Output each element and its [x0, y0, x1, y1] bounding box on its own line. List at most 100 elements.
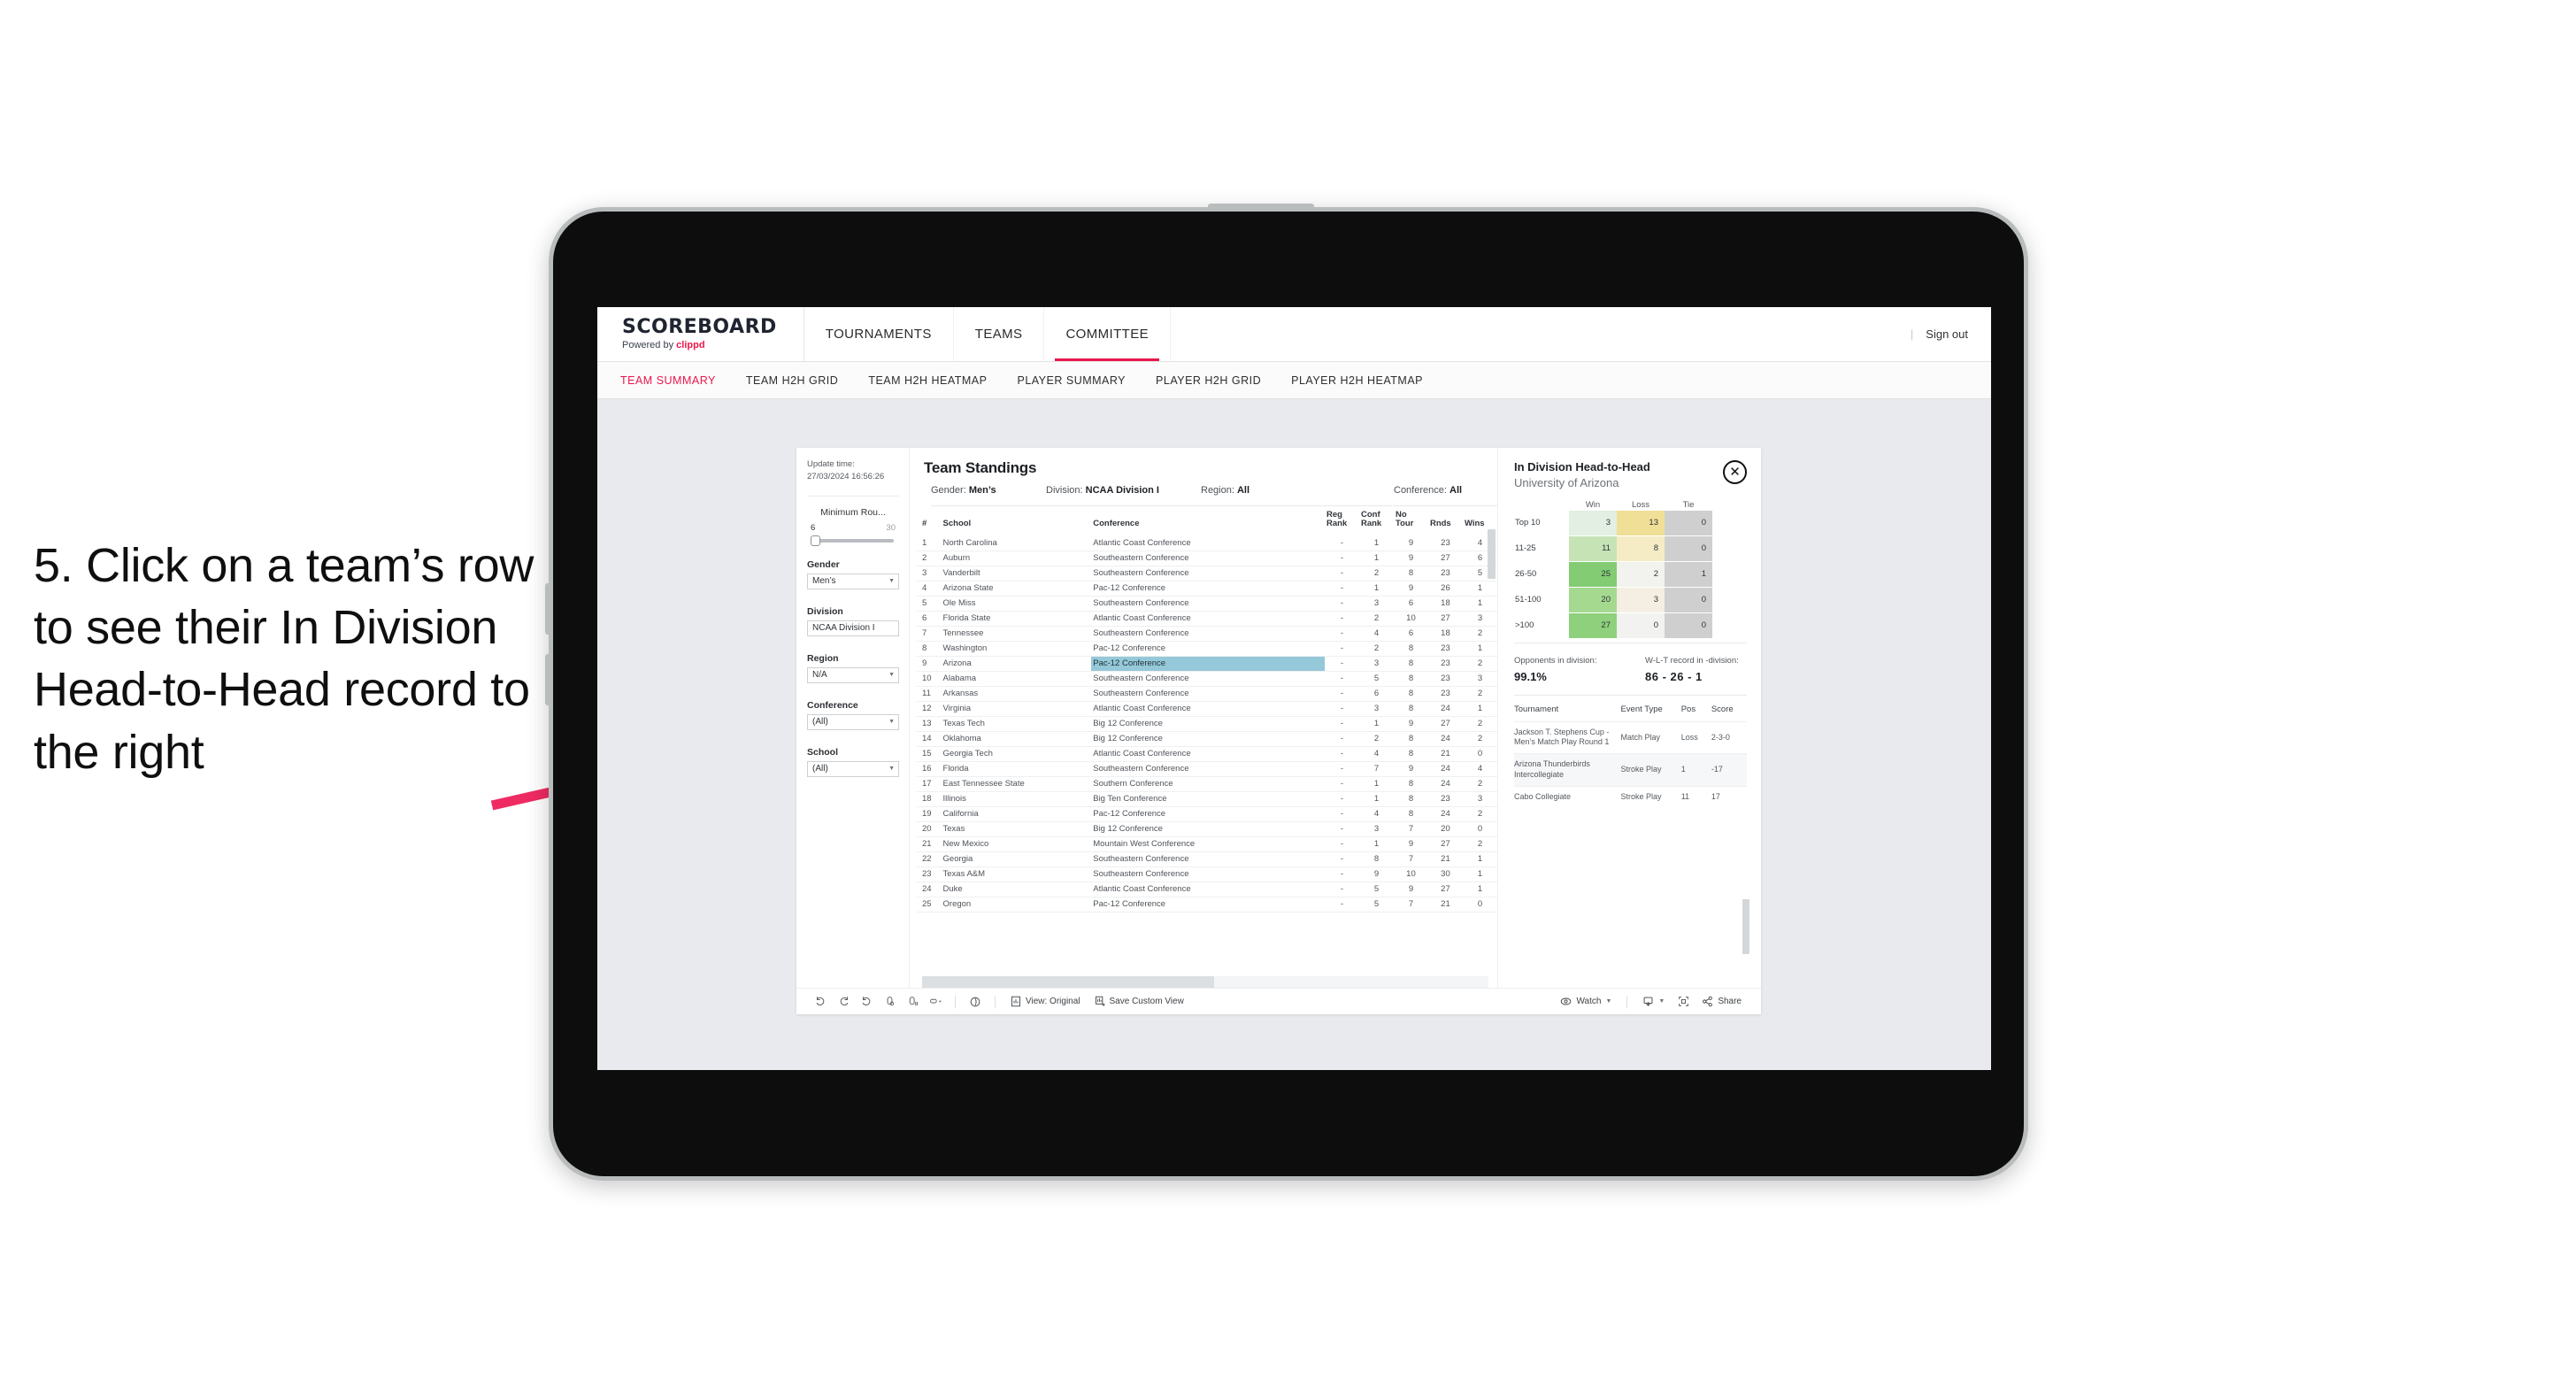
volume-up-button[interactable] — [545, 583, 551, 635]
table-row[interactable]: 13 Texas Tech Big 12 Conference -1 9 27 2 — [917, 716, 1497, 732]
col-head-rnds[interactable]: Rnds — [1428, 506, 1463, 536]
table-row[interactable]: 12 Virginia Atlantic Coast Conference -3 8 24… — [917, 701, 1497, 717]
table-row[interactable]: 7 Tennessee Southeastern Conference -4 6 18 2 — [917, 626, 1497, 642]
heatmap-cell[interactable]: 27 — [1569, 612, 1617, 638]
tournament-row[interactable]: Jackson T. Stephens Cup - Men’s Match Pl… — [1514, 720, 1747, 754]
col-head-conference[interactable]: Conference — [1091, 506, 1325, 536]
tournament-row[interactable]: Arizona Thunderbirds Intercollegiate Stro… — [1514, 753, 1747, 787]
table-row[interactable]: 22 Georgia Southeastern Conference -8 7 21 1 — [917, 851, 1497, 867]
heatmap-cell[interactable]: 0 — [1665, 612, 1712, 638]
table-row[interactable]: 5 Ole Miss Southeastern Conference -3 6 18 1 — [917, 596, 1497, 612]
table-row[interactable]: 1 North Carolina Atlantic Coast Conference… — [917, 535, 1497, 551]
table-row[interactable]: 20 Texas Big 12 Conference -3 7 20 0 — [917, 821, 1497, 837]
volume-down-button[interactable] — [545, 654, 551, 705]
reset-icon[interactable] — [964, 992, 987, 1012]
col-head-tournament[interactable]: Tournament — [1514, 697, 1620, 722]
tab-team-h2h-heatmap[interactable]: TEAM H2H HEATMAP — [868, 374, 987, 387]
heatmap-cell[interactable]: 3 — [1569, 510, 1617, 535]
col-head-reg-rank[interactable]: Reg Rank — [1325, 506, 1359, 536]
col-head-score[interactable]: Score — [1711, 697, 1747, 722]
refresh-icon[interactable] — [878, 992, 901, 1012]
revert-icon[interactable] — [855, 992, 878, 1012]
close-icon[interactable]: ✕ — [1723, 460, 1747, 484]
table-row[interactable]: 3 Vanderbilt Southeastern Conference -2 8 23 5 — [917, 566, 1497, 581]
table-row[interactable]: 25 Oregon Pac-12 Conference -5 7 21 0 — [917, 897, 1497, 912]
redo-icon[interactable] — [832, 992, 855, 1012]
heatmap-cell[interactable]: 0 — [1665, 510, 1712, 535]
filter-conference-select[interactable]: (All) ▼ — [807, 713, 899, 730]
nav-item-committee[interactable]: COMMITTEE — [1044, 307, 1172, 361]
update-time-label: Update time: — [807, 459, 855, 469]
filter-region: Region N/A ▼ — [807, 653, 899, 683]
table-row[interactable]: 24 Duke Atlantic Coast Conference -5 9 27 1 — [917, 882, 1497, 897]
table-row[interactable]: 9 Arizona Pac-12 Conference -3 8 23 2 — [917, 656, 1497, 672]
table-row[interactable]: 8 Washington Pac-12 Conference -2 8 23 1 — [917, 641, 1497, 657]
minimum-rounds-slider[interactable] — [811, 535, 894, 546]
tab-team-h2h-grid[interactable]: TEAM H2H GRID — [746, 374, 838, 387]
nav-item-teams[interactable]: TEAMS — [954, 307, 1045, 361]
pause-icon[interactable] — [901, 992, 924, 1012]
cell-rnds: 18 — [1427, 626, 1463, 642]
tournament-row[interactable]: Cabo Collegiate Stroke Play 11 17 — [1514, 786, 1747, 808]
table-horizontal-scrollbar[interactable] — [922, 976, 1488, 988]
share-button[interactable]: Share — [1695, 996, 1749, 1007]
table-row[interactable]: 14 Oklahoma Big 12 Conference -2 8 24 2 — [917, 731, 1497, 747]
table-row[interactable]: 21 New Mexico Mountain West Conference -1 9 2… — [917, 836, 1497, 852]
col-head-conf-rank[interactable]: Conf Rank — [1359, 506, 1394, 536]
nav-item-tournaments[interactable]: TOURNAMENTS — [804, 307, 954, 361]
col-head-no-tour[interactable]: No Tour — [1394, 506, 1428, 536]
filter-gender-select[interactable]: Men’s ▼ — [807, 573, 899, 589]
watch-button[interactable]: Watch ▼ — [1553, 997, 1619, 1006]
filter-school-select[interactable]: (All) ▼ — [807, 760, 899, 777]
col-head-num[interactable]: # — [917, 506, 942, 536]
table-vertical-scrollbar[interactable] — [1488, 529, 1496, 579]
heatmap-cell[interactable]: 0 — [1665, 535, 1712, 561]
table-row[interactable]: 18 Illinois Big Ten Conference -1 8 23 3 — [917, 791, 1497, 807]
table-row[interactable]: 4 Arizona State Pac-12 Conference -1 9 26 1 — [917, 581, 1497, 597]
table-row[interactable]: 6 Florida State Atlantic Coast Conference -… — [917, 611, 1497, 627]
brand-logo[interactable]: SCOREBOARD Powered by clippd — [597, 307, 804, 361]
view-original-button[interactable]: View: Original — [1003, 996, 1088, 1007]
table-row[interactable]: 16 Florida Southeastern Conference -7 9 24 4 — [917, 761, 1497, 777]
save-custom-view-button[interactable]: Save Custom View — [1088, 996, 1191, 1007]
heatmap-cell[interactable]: 8 — [1617, 535, 1665, 561]
table-row[interactable]: 2 Auburn Southeastern Conference -1 9 27 6 — [917, 551, 1497, 566]
undo-icon[interactable] — [809, 992, 832, 1012]
table-row[interactable]: 10 Alabama Southeastern Conference -5 8 23 3 — [917, 671, 1497, 687]
heatmap-cell[interactable]: 0 — [1665, 587, 1712, 612]
sign-out-link[interactable]: Sign out — [1926, 327, 1968, 341]
table-row[interactable]: 15 Georgia Tech Atlantic Coast Conference -… — [917, 746, 1497, 762]
heatmap-cell[interactable]: 11 — [1569, 535, 1617, 561]
fullscreen-icon[interactable] — [1672, 992, 1695, 1012]
power-button[interactable] — [1208, 204, 1314, 210]
heatmap-cell[interactable]: 1 — [1665, 561, 1712, 587]
heatmap-cell[interactable]: 2 — [1617, 561, 1665, 587]
tournament-list-scrollbar[interactable] — [1742, 899, 1749, 954]
table-row[interactable]: 23 Texas A&M Southeastern Conference -9 10 30… — [917, 866, 1497, 882]
heatmap-cell[interactable]: 3 — [1617, 587, 1665, 612]
horizontal-scroll-thumb[interactable] — [922, 976, 1214, 988]
col-head-school[interactable]: School — [942, 506, 1092, 536]
col-head-pos[interactable]: Pos — [1681, 697, 1711, 722]
table-row[interactable]: 19 California Pac-12 Conference -4 8 24 2 — [917, 806, 1497, 822]
tab-player-h2h-heatmap[interactable]: PLAYER H2H HEATMAP — [1291, 374, 1423, 387]
tab-team-summary[interactable]: TEAM SUMMARY — [620, 374, 716, 387]
col-head-event-type[interactable]: Event Type — [1620, 697, 1680, 722]
cell-rnds: 24 — [1427, 701, 1463, 717]
cell-conference: Big 12 Conference — [1091, 731, 1325, 747]
cell-school: Vanderbilt — [941, 566, 1092, 581]
tab-player-h2h-grid[interactable]: PLAYER H2H GRID — [1156, 374, 1261, 387]
slider-handle[interactable] — [811, 535, 820, 546]
heatmap-cell[interactable]: 13 — [1617, 510, 1665, 535]
cell-wins: 0 — [1462, 746, 1497, 762]
filter-region-select[interactable]: N/A ▼ — [807, 666, 899, 683]
tab-player-summary[interactable]: PLAYER SUMMARY — [1017, 374, 1126, 387]
table-row[interactable]: 17 East Tennessee State Southern Conferenc… — [917, 776, 1497, 792]
filter-division-select[interactable]: NCAA Division I — [807, 620, 899, 636]
heatmap-cell[interactable]: 20 — [1569, 587, 1617, 612]
download-button[interactable]: ▼ — [1635, 996, 1672, 1007]
heatmap-cell[interactable]: 25 — [1569, 561, 1617, 587]
table-row[interactable]: 11 Arkansas Southeastern Conference -6 8 23 2 — [917, 686, 1497, 702]
highlight-icon[interactable] — [924, 992, 947, 1012]
heatmap-cell[interactable]: 0 — [1617, 612, 1665, 638]
